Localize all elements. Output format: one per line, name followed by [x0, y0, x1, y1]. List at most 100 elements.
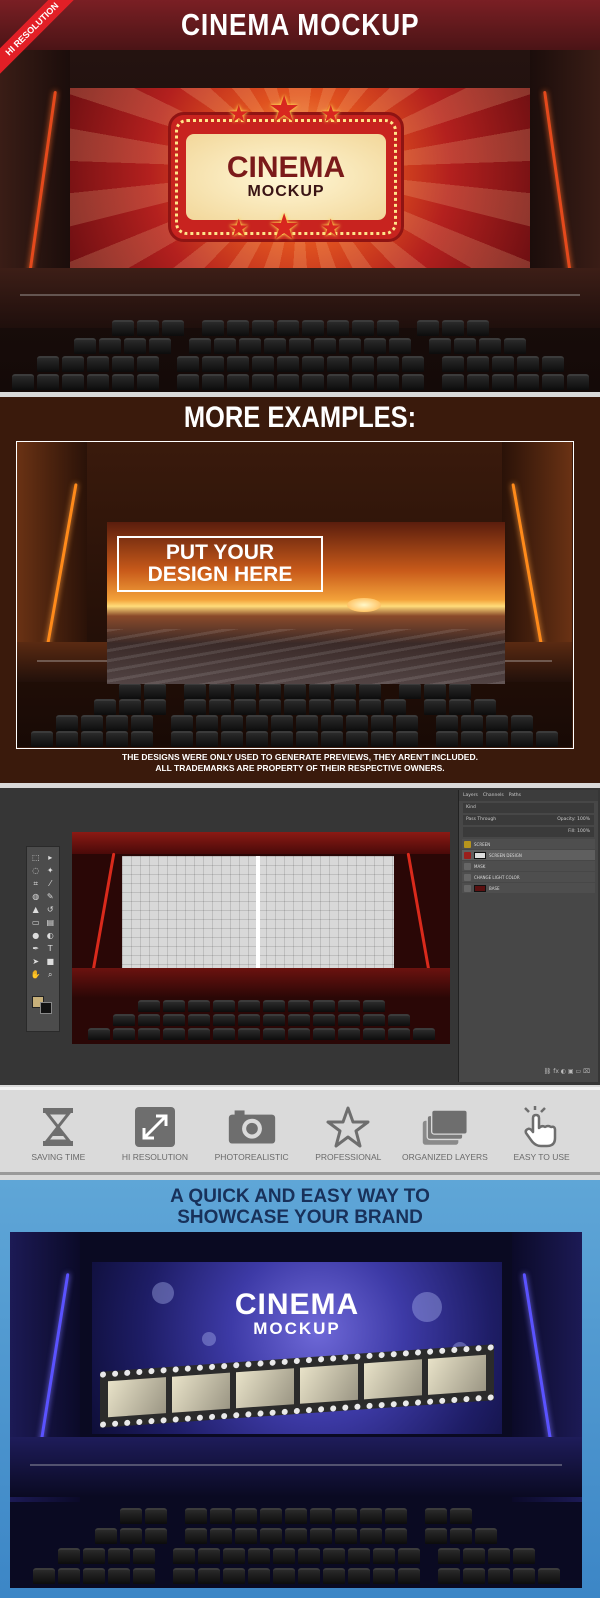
- layers-icon: [421, 1106, 469, 1148]
- brush-icon[interactable]: ✎: [45, 892, 57, 902]
- eraser-icon[interactable]: ▭: [30, 918, 42, 928]
- layer-name: SCREEN: [474, 841, 491, 847]
- brand-screen: CINEMA MOCKUP: [92, 1262, 502, 1434]
- camera-icon: [228, 1106, 276, 1148]
- film-strip: [100, 1344, 494, 1428]
- feature-label: EASY TO USE: [513, 1152, 570, 1162]
- layer-row[interactable]: MASK: [462, 861, 595, 871]
- star-icon: ★: [268, 207, 301, 248]
- background-color-swatch[interactable]: [40, 1002, 52, 1014]
- blend-mode-select[interactable]: Pass Through Opacity: 100%: [463, 815, 594, 825]
- star-icon: ★: [228, 214, 250, 242]
- feature-label: PHOTOREALISTIC: [214, 1152, 289, 1162]
- layer-row[interactable]: CHANGE LIGHT COLOR: [462, 872, 595, 882]
- fill-value[interactable]: Fill: 100%: [568, 829, 590, 834]
- history-brush-icon[interactable]: ↺: [45, 905, 57, 915]
- star-icon: ★: [228, 100, 250, 128]
- layer-name: CHANGE LIGHT COLOR: [474, 874, 520, 880]
- seat-rows: [10, 1508, 582, 1588]
- star-icon: ★: [268, 89, 301, 130]
- layer-thumbnail: [474, 851, 486, 859]
- hero-cinema-panel: CINEMA MOCKUP ★ ★ ★ ★ ★ ★ CINEMA MOCKUP …: [0, 0, 600, 392]
- healing-icon[interactable]: ◍: [30, 892, 42, 902]
- seat-rows: [17, 683, 572, 747]
- layer-row[interactable]: SCREEN: [462, 839, 595, 849]
- brand-showcase-panel: A QUICK AND EASY WAY TO SHOWCASE YOUR BR…: [0, 1180, 600, 1598]
- photoshop-preview-panel: ⬚ ▸ ◌ ✦ ⌗ ⁄ ◍ ✎ ▲ ↺ ▭ ▤ ● ◐ ✒ T ➤ ■ ✋ ⌕ Layers Cha…: [0, 788, 600, 1085]
- disclaimer: THE DESIGNS WERE ONLY USED TO GENERATE P…: [0, 752, 600, 774]
- shape-icon[interactable]: ■: [45, 957, 57, 967]
- title-bar: CINEMA MOCKUP: [0, 0, 600, 50]
- examples-title: MORE EXAMPLES:: [183, 401, 417, 434]
- layer-name: MASK: [474, 863, 486, 869]
- stage-rail: [20, 294, 580, 296]
- layer-name: SCREEN DESIGN: [489, 852, 522, 858]
- blend-mode-value: Pass Through: [466, 817, 497, 822]
- marquee-tool-icon[interactable]: ▸: [45, 853, 57, 863]
- feature-saving-time: SAVING TIME: [13, 1106, 103, 1162]
- layer-row[interactable]: BASE: [462, 883, 595, 893]
- ocean-waves: [107, 629, 505, 684]
- brand-big-text: CINEMA: [234, 1288, 360, 1321]
- sun: [347, 598, 381, 612]
- stamp-icon[interactable]: ▲: [30, 905, 42, 915]
- feature-photorealistic: PHOTOREALISTIC: [207, 1106, 297, 1162]
- layer-filter[interactable]: Kind: [463, 803, 594, 813]
- disclaimer-line1: THE DESIGNS WERE ONLY USED TO GENERATE P…: [122, 752, 478, 762]
- eyedropper-icon[interactable]: ⁄: [45, 879, 57, 889]
- hand-icon[interactable]: ✋: [30, 970, 42, 980]
- disclaimer-line2: ALL TRADEMARKS ARE PROPERTY OF THEIR RES…: [155, 763, 445, 773]
- visibility-icon[interactable]: [464, 851, 471, 859]
- lasso-tool-icon[interactable]: ◌: [30, 866, 42, 876]
- example-frame: PUT YOUR DESIGN HERE: [16, 441, 574, 749]
- feature-label: PROFESSIONAL: [315, 1152, 382, 1162]
- zoom-icon[interactable]: ⌕: [45, 970, 57, 980]
- marquee-big-text: CINEMA: [226, 151, 346, 184]
- layer-thumbnail: [474, 884, 486, 892]
- type-icon[interactable]: T: [45, 944, 57, 954]
- put-design-line2: DESIGN HERE: [147, 563, 293, 586]
- tab-channels[interactable]: Channels: [483, 793, 504, 798]
- tagline-line1: A QUICK AND EASY WAY TO: [170, 1186, 430, 1207]
- sunset-screen: PUT YOUR DESIGN HERE: [107, 522, 505, 684]
- tab-layers[interactable]: Layers: [463, 793, 478, 798]
- layers-panel[interactable]: Layers Channels Paths Kind Pass Through …: [458, 790, 598, 1082]
- right-neon-strip: [406, 852, 431, 972]
- pointer-hand-icon: [518, 1106, 566, 1148]
- pen-icon[interactable]: ✒: [30, 944, 42, 954]
- visibility-icon[interactable]: [464, 884, 471, 892]
- put-design-box: PUT YOUR DESIGN HERE: [117, 536, 323, 592]
- feature-label: HI RESOLUTION: [121, 1152, 189, 1162]
- dodge-icon[interactable]: ◐: [45, 931, 57, 941]
- page-title: CINEMA MOCKUP: [180, 7, 420, 42]
- fill-row[interactable]: Fill: 100%: [463, 827, 594, 837]
- star-icon: ★: [320, 100, 342, 128]
- brand-logo: CINEMA MOCKUP: [92, 1290, 502, 1338]
- placeholder-grid-screen: [122, 856, 394, 968]
- ps-canvas[interactable]: [72, 832, 450, 1044]
- feature-professional: PROFESSIONAL: [303, 1106, 393, 1162]
- layer-panel-actions[interactable]: ⛓ fx ◐ ▣ ▭ ⌧: [459, 1068, 598, 1076]
- stage-floor: [0, 268, 600, 328]
- brand-small-text: MOCKUP: [253, 1319, 341, 1338]
- gradient-icon[interactable]: ▤: [45, 918, 57, 928]
- visibility-icon[interactable]: [464, 840, 471, 848]
- blur-icon[interactable]: ●: [30, 931, 42, 941]
- tab-paths[interactable]: Paths: [509, 793, 521, 798]
- panel-tabs[interactable]: Layers Channels Paths: [459, 790, 598, 801]
- cinema-room: CINEMA MOCKUP: [10, 1232, 582, 1588]
- path-select-icon[interactable]: ➤: [30, 957, 42, 967]
- layer-row[interactable]: SCREEN DESIGN: [462, 850, 595, 860]
- magic-wand-icon[interactable]: ✦: [45, 866, 57, 876]
- feature-label: SAVING TIME: [31, 1152, 86, 1162]
- put-design-line1: PUT YOUR: [165, 540, 275, 564]
- marquee-small-text: MOCKUP: [247, 183, 325, 200]
- visibility-icon[interactable]: [464, 862, 471, 870]
- visibility-icon[interactable]: [464, 873, 471, 881]
- layer-name: BASE: [489, 885, 500, 891]
- opacity-value[interactable]: Opacity: 100%: [557, 815, 590, 825]
- crop-tool-icon[interactable]: ⌗: [30, 879, 42, 889]
- stage-floor: [10, 1437, 582, 1497]
- canvas-floor: [72, 968, 450, 998]
- move-tool-icon[interactable]: ⬚: [30, 853, 42, 863]
